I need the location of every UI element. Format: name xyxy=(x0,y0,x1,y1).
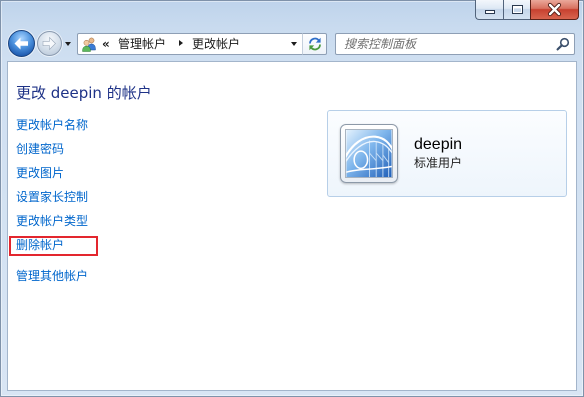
breadcrumb-overflow-button[interactable]: « xyxy=(102,36,110,52)
refresh-button[interactable] xyxy=(302,33,327,55)
user-accounts-icon xyxy=(81,36,97,52)
account-type: 标准用户 xyxy=(414,156,463,170)
task-link-change-picture[interactable]: 更改图片 xyxy=(16,166,64,180)
account-panel: deepin 标准用户 xyxy=(327,110,567,197)
chevron-down-icon xyxy=(291,42,297,46)
window-frame: « 管理帐户 更改帐户 更改 deepin 的帐户 更改帐户名称 xyxy=(0,0,584,397)
refresh-icon xyxy=(309,37,321,51)
caption-buttons xyxy=(475,0,579,20)
content-pane: 更改 deepin 的帐户 更改帐户名称 创建密码 更改图片 设置家长控制 更改… xyxy=(7,61,577,391)
back-arrow-icon xyxy=(14,37,28,50)
account-picture-icon xyxy=(345,129,393,178)
address-dropdown-button[interactable] xyxy=(286,34,302,54)
account-picture xyxy=(340,124,398,183)
close-button[interactable] xyxy=(530,0,579,20)
search-input[interactable] xyxy=(336,34,550,54)
breadcrumb-separator-button[interactable] xyxy=(177,36,185,52)
back-button[interactable] xyxy=(8,30,35,57)
chevron-down-icon xyxy=(65,42,71,46)
breadcrumb-change-account[interactable]: 更改帐户 xyxy=(192,36,240,52)
task-link-change-account-type[interactable]: 更改帐户类型 xyxy=(16,214,88,228)
minimize-button[interactable] xyxy=(475,0,503,20)
close-icon xyxy=(547,2,562,17)
task-link-change-name[interactable]: 更改帐户名称 xyxy=(16,118,88,132)
minimize-icon xyxy=(485,10,495,14)
forward-arrow-icon xyxy=(42,36,56,51)
chevron-right-icon xyxy=(179,40,183,46)
maximize-icon xyxy=(512,5,523,14)
maximize-button[interactable] xyxy=(503,0,530,20)
highlight-box xyxy=(9,236,98,256)
search-box[interactable] xyxy=(335,33,575,55)
breadcrumb-manage-accounts[interactable]: 管理帐户 xyxy=(118,36,166,52)
recent-pages-button[interactable] xyxy=(63,36,74,50)
address-bar[interactable]: « 管理帐户 更改帐户 xyxy=(77,33,303,55)
manage-other-accounts-link[interactable]: 管理其他帐户 xyxy=(16,269,88,283)
page-title: 更改 deepin 的帐户 xyxy=(16,84,152,102)
task-link-parental-controls[interactable]: 设置家长控制 xyxy=(16,190,88,204)
search-icon[interactable] xyxy=(556,37,570,51)
task-link-create-password[interactable]: 创建密码 xyxy=(16,142,64,156)
forward-button[interactable] xyxy=(37,31,62,56)
account-name: deepin xyxy=(414,136,463,153)
